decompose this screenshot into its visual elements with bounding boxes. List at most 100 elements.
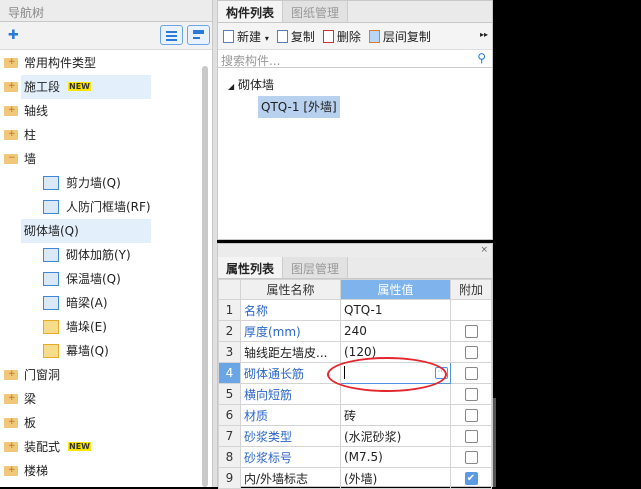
folder-icon[interactable]	[4, 362, 18, 386]
tab-drawing-management[interactable]: 图纸管理	[283, 1, 349, 22]
hidden-beam-icon	[43, 296, 59, 310]
delete-button[interactable]: 删除	[322, 28, 361, 45]
tree-item-label: 砌体加筋(Y)	[66, 248, 131, 262]
collapse-icon[interactable]: ◢	[228, 82, 234, 91]
tree-item[interactable]: 砌体墙(Q)	[0, 219, 200, 243]
property-name: 厚度(mm)	[240, 320, 341, 342]
curtain-wall-icon	[43, 344, 59, 358]
table-row[interactable]: 9 内/外墙标志 (外墙) ✔	[218, 467, 492, 489]
list-view-button[interactable]	[160, 25, 183, 45]
tree-item[interactable]: 装配式NEW	[0, 434, 200, 459]
table-row[interactable]: 6 材质 砖	[218, 404, 492, 426]
extra-checkbox[interactable]	[464, 324, 478, 338]
tab-component-list[interactable]: 构件列表	[218, 1, 284, 22]
property-value[interactable]: 砖	[340, 404, 451, 426]
tree-item[interactable]: 暗梁(A)	[0, 291, 200, 315]
copy-button[interactable]: 复制	[276, 28, 315, 45]
floor-copy-button[interactable]: 层间复制	[368, 28, 431, 45]
add-icon[interactable]: ✚	[8, 28, 19, 43]
folder-icon[interactable]	[4, 98, 18, 122]
property-value[interactable]: (外墙)	[340, 467, 451, 489]
tree-item[interactable]: 施工段NEW	[0, 74, 200, 99]
tree-item-label: 人防门框墙(RF)	[66, 200, 151, 214]
table-row[interactable]: 2 厚度(mm) 240	[218, 320, 492, 342]
tree-item[interactable]: 板	[0, 410, 200, 435]
tree-item[interactable]: 常用构件类型	[0, 50, 200, 75]
folder-open-icon[interactable]	[4, 146, 18, 170]
extra-checkbox[interactable]	[464, 345, 478, 359]
new-button[interactable]: 新建 ▾	[223, 28, 269, 45]
folder-icon[interactable]	[4, 458, 18, 482]
property-value[interactable]: (M7.5)	[340, 446, 451, 468]
panel-view-button[interactable]	[187, 25, 210, 45]
search-input[interactable]: 搜索构件... ⚲	[218, 50, 492, 68]
insulation-wall-icon	[43, 272, 59, 286]
tree-item-label: 板	[24, 416, 37, 430]
tree-item[interactable]: 墙	[0, 146, 200, 171]
search-icon[interactable]: ⚲	[477, 51, 486, 65]
tree-item[interactable]: 砌体加筋(Y)	[0, 243, 200, 267]
navigation-tree-panel: 导航树 ✚ 常用构件类型施工段NEW 轴线柱墙剪力墙(Q) 人防门框墙(RF) 砌体墙…	[0, 0, 213, 487]
component-toolbar: 新建 ▾ 复制 删除 层间复制 ▸▸	[218, 23, 492, 50]
tree-item[interactable]: 梁	[0, 386, 200, 411]
extra-cell	[450, 362, 492, 384]
tree-item-label: 墙	[24, 152, 37, 166]
tree-item[interactable]: 柱	[0, 122, 200, 147]
extra-checkbox[interactable]	[464, 387, 478, 401]
folder-icon[interactable]	[4, 410, 18, 434]
tree-item[interactable]: 剪力墙(Q)	[0, 171, 200, 195]
tree-item[interactable]: 门窗洞	[0, 362, 200, 387]
component-list-panel: 构件列表 图纸管理 新建 ▾ 复制 删除 层间复制 ▸▸ 搜索构件... ⚲ ◢ …	[217, 0, 493, 240]
tree-item[interactable]: 人防门框墙(RF)	[0, 195, 200, 219]
folder-icon[interactable]	[4, 74, 18, 98]
extra-cell	[450, 446, 492, 468]
property-value[interactable]: QTQ-1	[340, 299, 451, 321]
wall-pier-icon	[43, 320, 59, 334]
tree-item-label: 梁	[24, 392, 37, 406]
extra-checkbox[interactable]	[464, 450, 478, 464]
tree-node-category[interactable]: ◢ 砌体墙	[218, 74, 492, 96]
folder-icon[interactable]	[4, 386, 18, 410]
tree-item-label: 柱	[24, 128, 37, 142]
tree-item-label: 保温墙(Q)	[66, 272, 121, 286]
close-icon[interactable]: ×	[480, 245, 488, 255]
table-row[interactable]: 7 砂浆类型 (水泥砂浆)	[218, 425, 492, 447]
delete-icon	[322, 29, 334, 43]
property-name: 横向短筋	[240, 383, 341, 405]
tree-item-label: 装配式 NEW	[24, 440, 91, 454]
folder-icon[interactable]	[4, 122, 18, 146]
tree-item[interactable]: 保温墙(Q)	[0, 267, 200, 291]
table-row[interactable]: 8 砂浆标号 (M7.5)	[218, 446, 492, 468]
tree-item-label: 幕墙(Q)	[66, 344, 109, 358]
property-name: 砂浆类型	[240, 425, 341, 447]
property-value[interactable]: (水泥砂浆)	[340, 425, 451, 447]
civil-defense-door-wall-icon	[43, 200, 59, 214]
scrollbar[interactable]	[202, 66, 208, 487]
more-icon[interactable]: ▸▸	[480, 30, 488, 39]
folder-icon[interactable]	[4, 434, 18, 458]
tree-node-component[interactable]: QTQ-1 [外墙]	[258, 96, 340, 118]
extra-cell	[450, 299, 492, 321]
tree-item-label: 剪力墙(Q)	[66, 176, 121, 190]
extra-checkbox[interactable]: ✔	[464, 471, 478, 485]
tree-item[interactable]: 楼梯	[0, 458, 200, 483]
tab-property-list[interactable]: 属性列表	[218, 257, 284, 278]
extra-checkbox[interactable]	[464, 408, 478, 422]
panel-title: 导航树	[0, 0, 212, 22]
header-name: 属性名称	[240, 279, 341, 300]
extra-cell	[450, 425, 492, 447]
tree-item[interactable]: 幕墙(Q)	[0, 339, 200, 363]
tree-item[interactable]: 轴线	[0, 98, 200, 123]
tree-item[interactable]: 墙垛(E)	[0, 315, 200, 339]
extra-checkbox[interactable]	[464, 429, 478, 443]
property-value[interactable]: 240	[340, 320, 451, 342]
table-row[interactable]: 1 名称 QTQ-1	[218, 299, 492, 321]
new-badge: NEW	[68, 442, 91, 451]
header-extra: 附加	[450, 279, 492, 300]
tree-item-label: 门窗洞	[24, 368, 61, 382]
tab-layer-management[interactable]: 图层管理	[283, 257, 349, 278]
folder-icon[interactable]	[4, 50, 18, 74]
extra-checkbox[interactable]	[464, 366, 478, 380]
extra-cell	[450, 404, 492, 426]
tree-item-label: 施工段 NEW	[21, 75, 151, 99]
